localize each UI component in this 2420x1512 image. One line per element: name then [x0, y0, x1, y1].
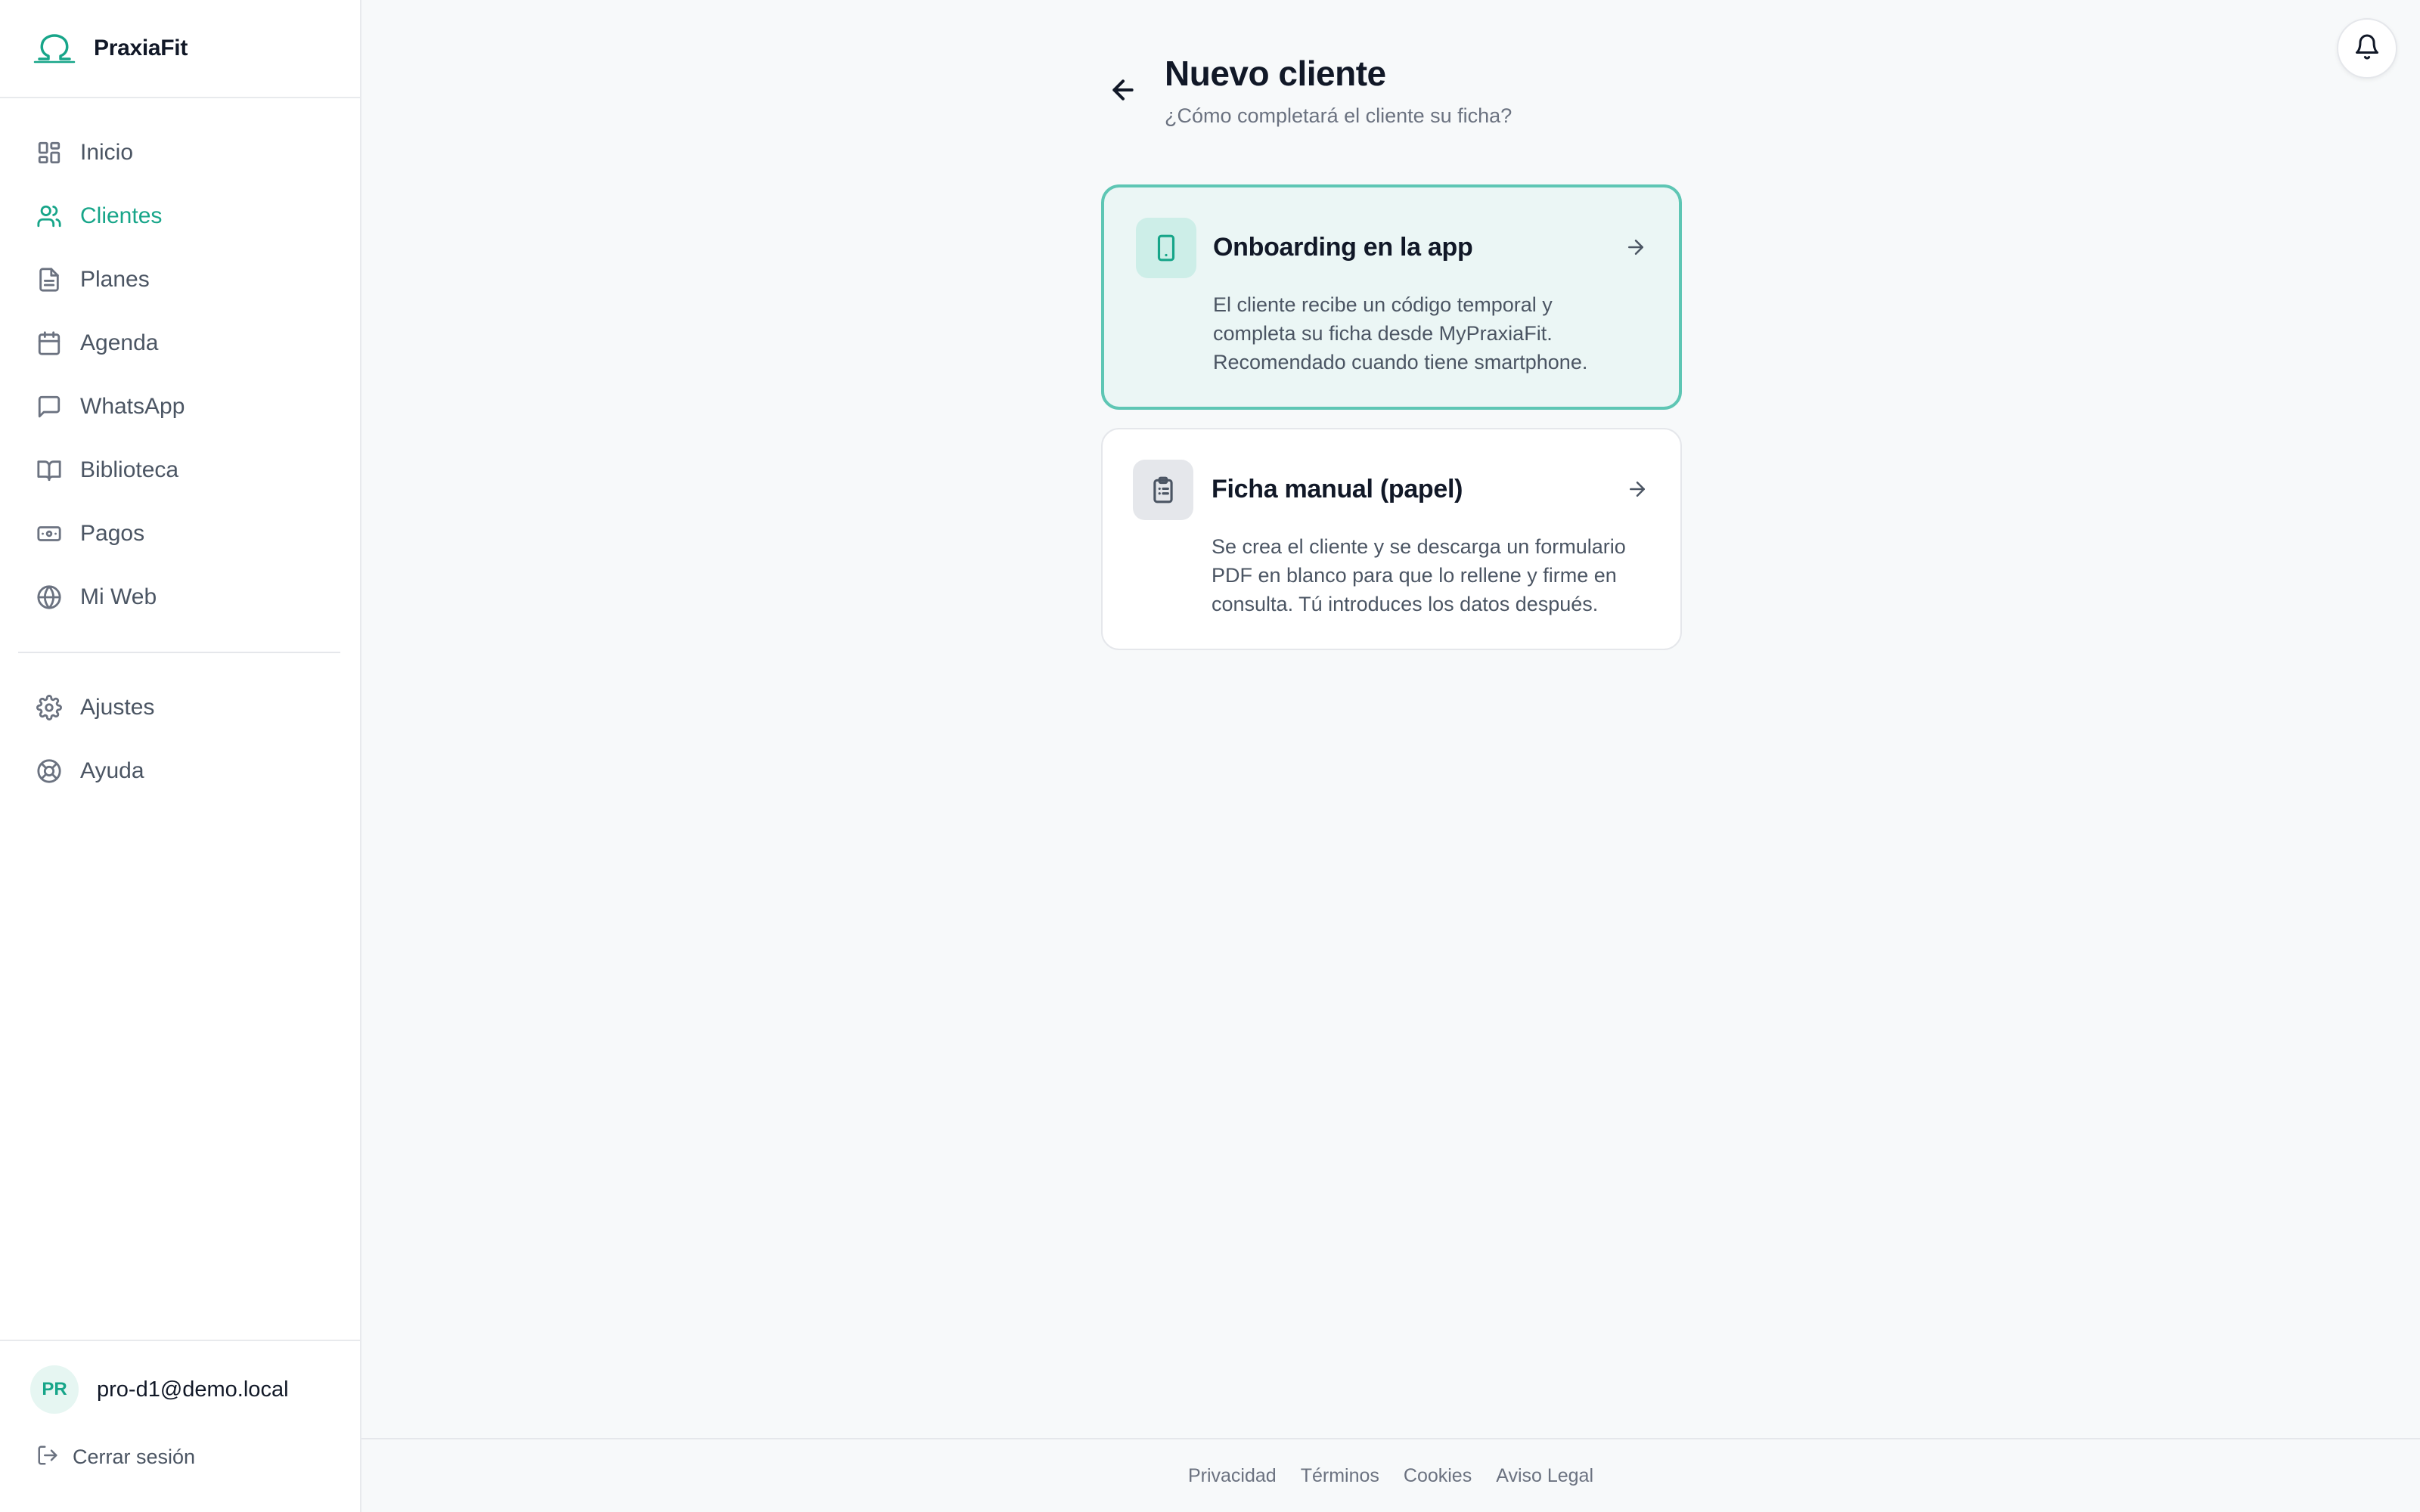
globe-icon [36, 584, 62, 610]
page-subtitle: ¿Cómo completará el cliente su ficha? [1165, 104, 1512, 127]
page-title: Nuevo cliente [1165, 54, 1386, 93]
calendar-icon [36, 330, 62, 356]
chat-icon [36, 394, 62, 420]
notifications-button[interactable] [2337, 18, 2397, 79]
gear-icon [36, 695, 62, 720]
option-card-app-onboarding[interactable]: Onboarding en la app El cliente recibe u… [1101, 184, 1682, 410]
footer-link-aviso-legal[interactable]: Aviso Legal [1496, 1465, 1593, 1487]
logout-icon [36, 1444, 59, 1470]
sidebar-item-biblioteca[interactable]: Biblioteca [0, 438, 360, 502]
sidebar-item-label: Mi Web [80, 584, 157, 609]
sidebar-item-label: Clientes [80, 203, 163, 228]
option-card-manual-form[interactable]: Ficha manual (papel) Se crea el cliente … [1101, 428, 1682, 650]
sidebar-nav: Inicio Clientes Planes Agenda WhatsApp B… [0, 98, 360, 803]
users-icon [36, 203, 62, 229]
sidebar: PraxiaFit Inicio Clientes Planes Agenda [0, 0, 361, 1512]
sidebar-item-whatsapp[interactable]: WhatsApp [0, 375, 360, 438]
avatar: PR [30, 1365, 79, 1414]
lifebuoy-icon [36, 758, 62, 784]
sidebar-footer: PR pro-d1@demo.local Cerrar sesión [0, 1340, 360, 1512]
sidebar-item-mi-web[interactable]: Mi Web [0, 565, 360, 629]
clipboard-icon [1133, 460, 1193, 520]
back-button[interactable] [1104, 73, 1142, 110]
logout-label: Cerrar sesión [73, 1445, 196, 1468]
brand-name: PraxiaFit [94, 36, 188, 60]
sidebar-item-pagos[interactable]: Pagos [0, 502, 360, 565]
footer-link-cookies[interactable]: Cookies [1404, 1465, 1472, 1487]
sidebar-item-label: Planes [80, 267, 150, 292]
sidebar-item-ajustes[interactable]: Ajustes [0, 676, 360, 739]
logout-button[interactable]: Cerrar sesión [0, 1444, 360, 1470]
banknote-icon [36, 521, 62, 547]
sidebar-item-label: Ajustes [80, 695, 155, 720]
sidebar-item-label: Agenda [80, 330, 159, 355]
option-description: Se crea el cliente y se descarga un form… [1212, 535, 1626, 615]
sidebar-item-label: Pagos [80, 521, 145, 546]
sidebar-item-inicio[interactable]: Inicio [0, 121, 360, 184]
sidebar-item-clientes[interactable]: Clientes [0, 184, 360, 248]
page-header: Nuevo cliente ¿Cómo completará el client… [1165, 53, 1512, 128]
option-title: Ficha manual (papel) [1212, 475, 1463, 503]
page-footer: Privacidad Términos Cookies Aviso Legal [361, 1438, 2420, 1512]
document-icon [36, 267, 62, 293]
sidebar-item-label: WhatsApp [80, 394, 185, 419]
sidebar-item-label: Ayuda [80, 758, 144, 783]
book-icon [36, 457, 62, 483]
brand[interactable]: PraxiaFit [0, 0, 360, 98]
footer-link-terminos[interactable]: Términos [1301, 1465, 1379, 1487]
footer-link-privacidad[interactable]: Privacidad [1188, 1465, 1277, 1487]
arrow-right-icon [1626, 478, 1650, 502]
option-description: El cliente recibe un código temporal y c… [1213, 293, 1588, 373]
sidebar-item-agenda[interactable]: Agenda [0, 311, 360, 375]
sidebar-item-label: Biblioteca [80, 457, 179, 482]
user-email: pro-d1@demo.local [97, 1377, 289, 1402]
option-title: Onboarding en la app [1213, 233, 1473, 262]
arrow-right-icon [1624, 236, 1649, 260]
sidebar-divider [18, 652, 340, 653]
bell-icon [2353, 33, 2381, 64]
smartphone-icon [1136, 218, 1196, 278]
omega-logo-icon [32, 32, 77, 65]
arrow-left-icon [1108, 75, 1138, 109]
sidebar-item-label: Inicio [80, 140, 134, 165]
user-profile[interactable]: PR pro-d1@demo.local [0, 1341, 360, 1414]
dashboard-icon [36, 140, 62, 166]
sidebar-item-planes[interactable]: Planes [0, 248, 360, 311]
sidebar-item-ayuda[interactable]: Ayuda [0, 739, 360, 803]
